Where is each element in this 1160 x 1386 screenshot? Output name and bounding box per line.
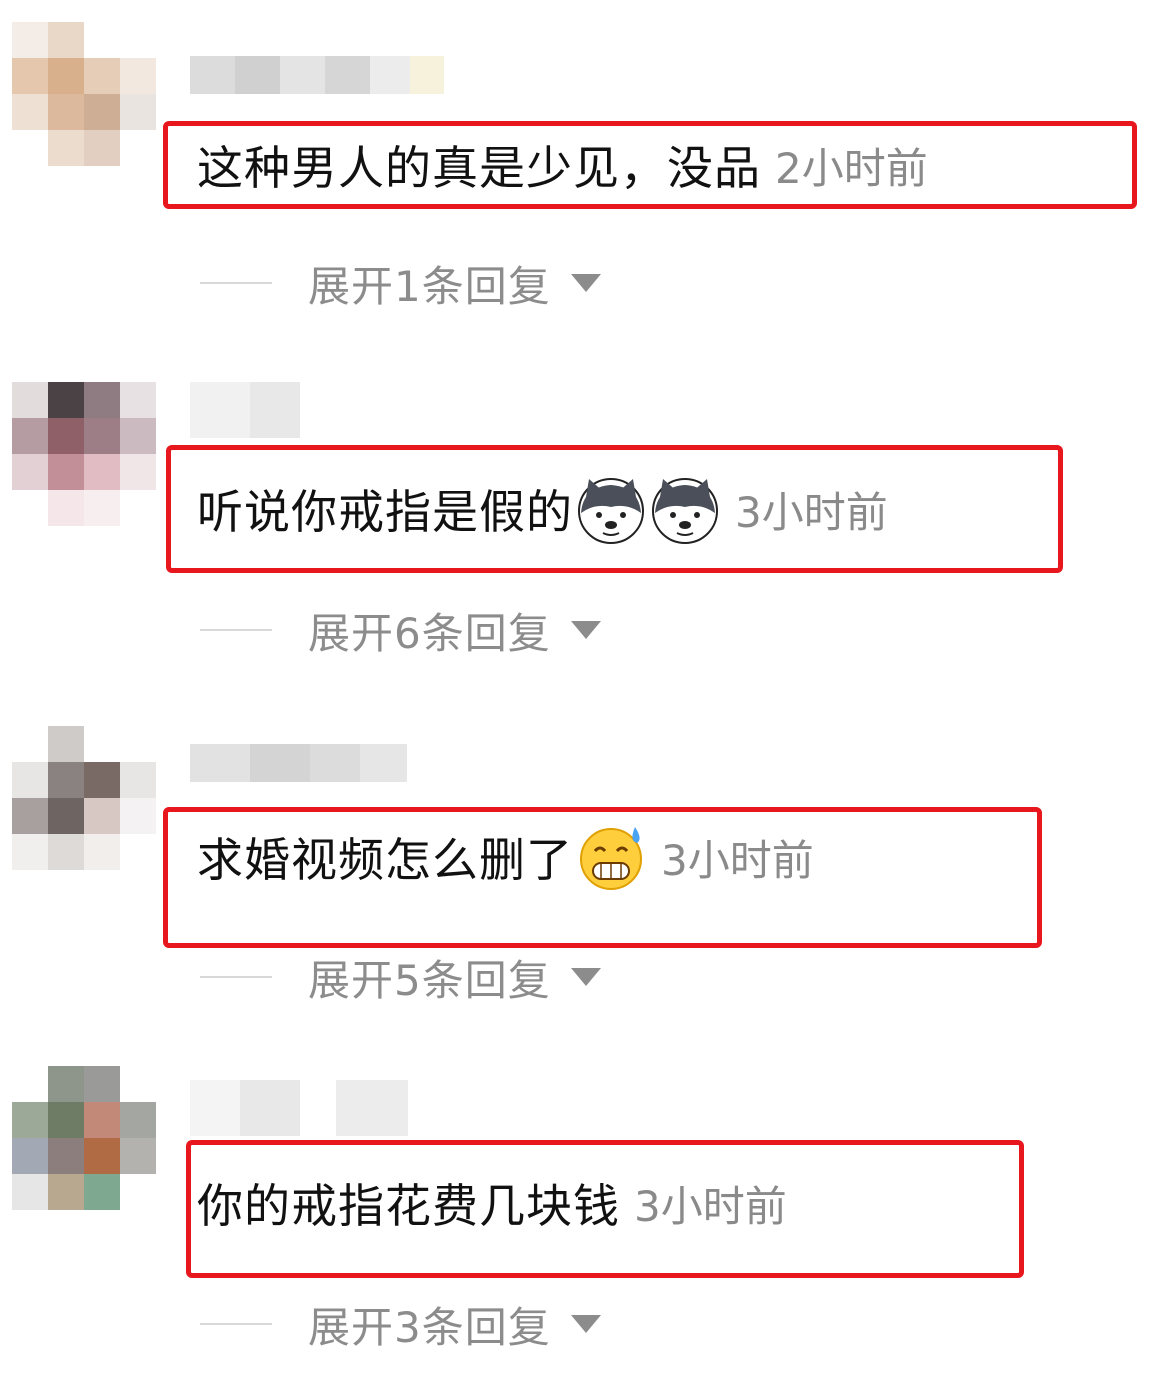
dog-face-emoji: [652, 478, 718, 544]
avatar[interactable]: [12, 22, 156, 166]
comment-timestamp: 3小时前: [735, 487, 888, 537]
comment-timestamp: 2小时前: [775, 143, 928, 193]
divider-dash: [200, 629, 272, 631]
expand-replies-button[interactable]: 展开6条回复: [200, 602, 601, 658]
expand-replies-button[interactable]: 展开1条回复: [200, 255, 601, 311]
comment-text: 求婚视频怎么删了: [197, 833, 573, 887]
comment-timestamp: 3小时前: [634, 1181, 787, 1231]
username-blurred[interactable]: [190, 744, 407, 782]
comment-text: 这种男人的真是少见，没品: [197, 141, 761, 195]
username-blurred[interactable]: [190, 382, 300, 438]
comment-text: 听说你戒指是假的: [197, 485, 573, 539]
comment-line: 求婚视频怎么删了 3小时前: [163, 818, 814, 896]
expand-replies-label: 展开3条回复: [308, 1302, 551, 1352]
caret-down-icon: [570, 621, 601, 639]
dog-face-emoji: [578, 478, 644, 544]
avatar[interactable]: [12, 1066, 156, 1210]
caret-down-icon: [570, 1315, 601, 1333]
divider-dash: [200, 282, 272, 284]
comment-timestamp: 3小时前: [661, 835, 814, 885]
comment-line: 这种男人的真是少见，没品 2小时前: [163, 126, 928, 204]
caret-down-icon: [570, 274, 601, 292]
expand-replies-button[interactable]: 展开3条回复: [200, 1296, 601, 1352]
expand-replies-button[interactable]: 展开5条回复: [200, 949, 601, 1005]
username-blurred[interactable]: [190, 56, 444, 94]
avatar[interactable]: [12, 382, 156, 526]
divider-dash: [200, 976, 272, 978]
expand-replies-label: 展开1条回复: [308, 261, 551, 311]
expand-replies-label: 展开6条回复: [308, 608, 551, 658]
divider-dash: [200, 1323, 272, 1325]
avatar[interactable]: [12, 726, 156, 870]
caret-down-icon: [570, 968, 601, 986]
sweat-grin-emoji: [580, 827, 642, 890]
comment-text: 你的戒指花费几块钱: [197, 1179, 620, 1233]
username-blurred[interactable]: [190, 1080, 408, 1136]
expand-replies-label: 展开5条回复: [308, 955, 551, 1005]
comment-line: 听说你戒指是假的 3小时前: [163, 470, 888, 548]
comment-line: 你的戒指花费几块钱 3小时前: [163, 1164, 787, 1242]
